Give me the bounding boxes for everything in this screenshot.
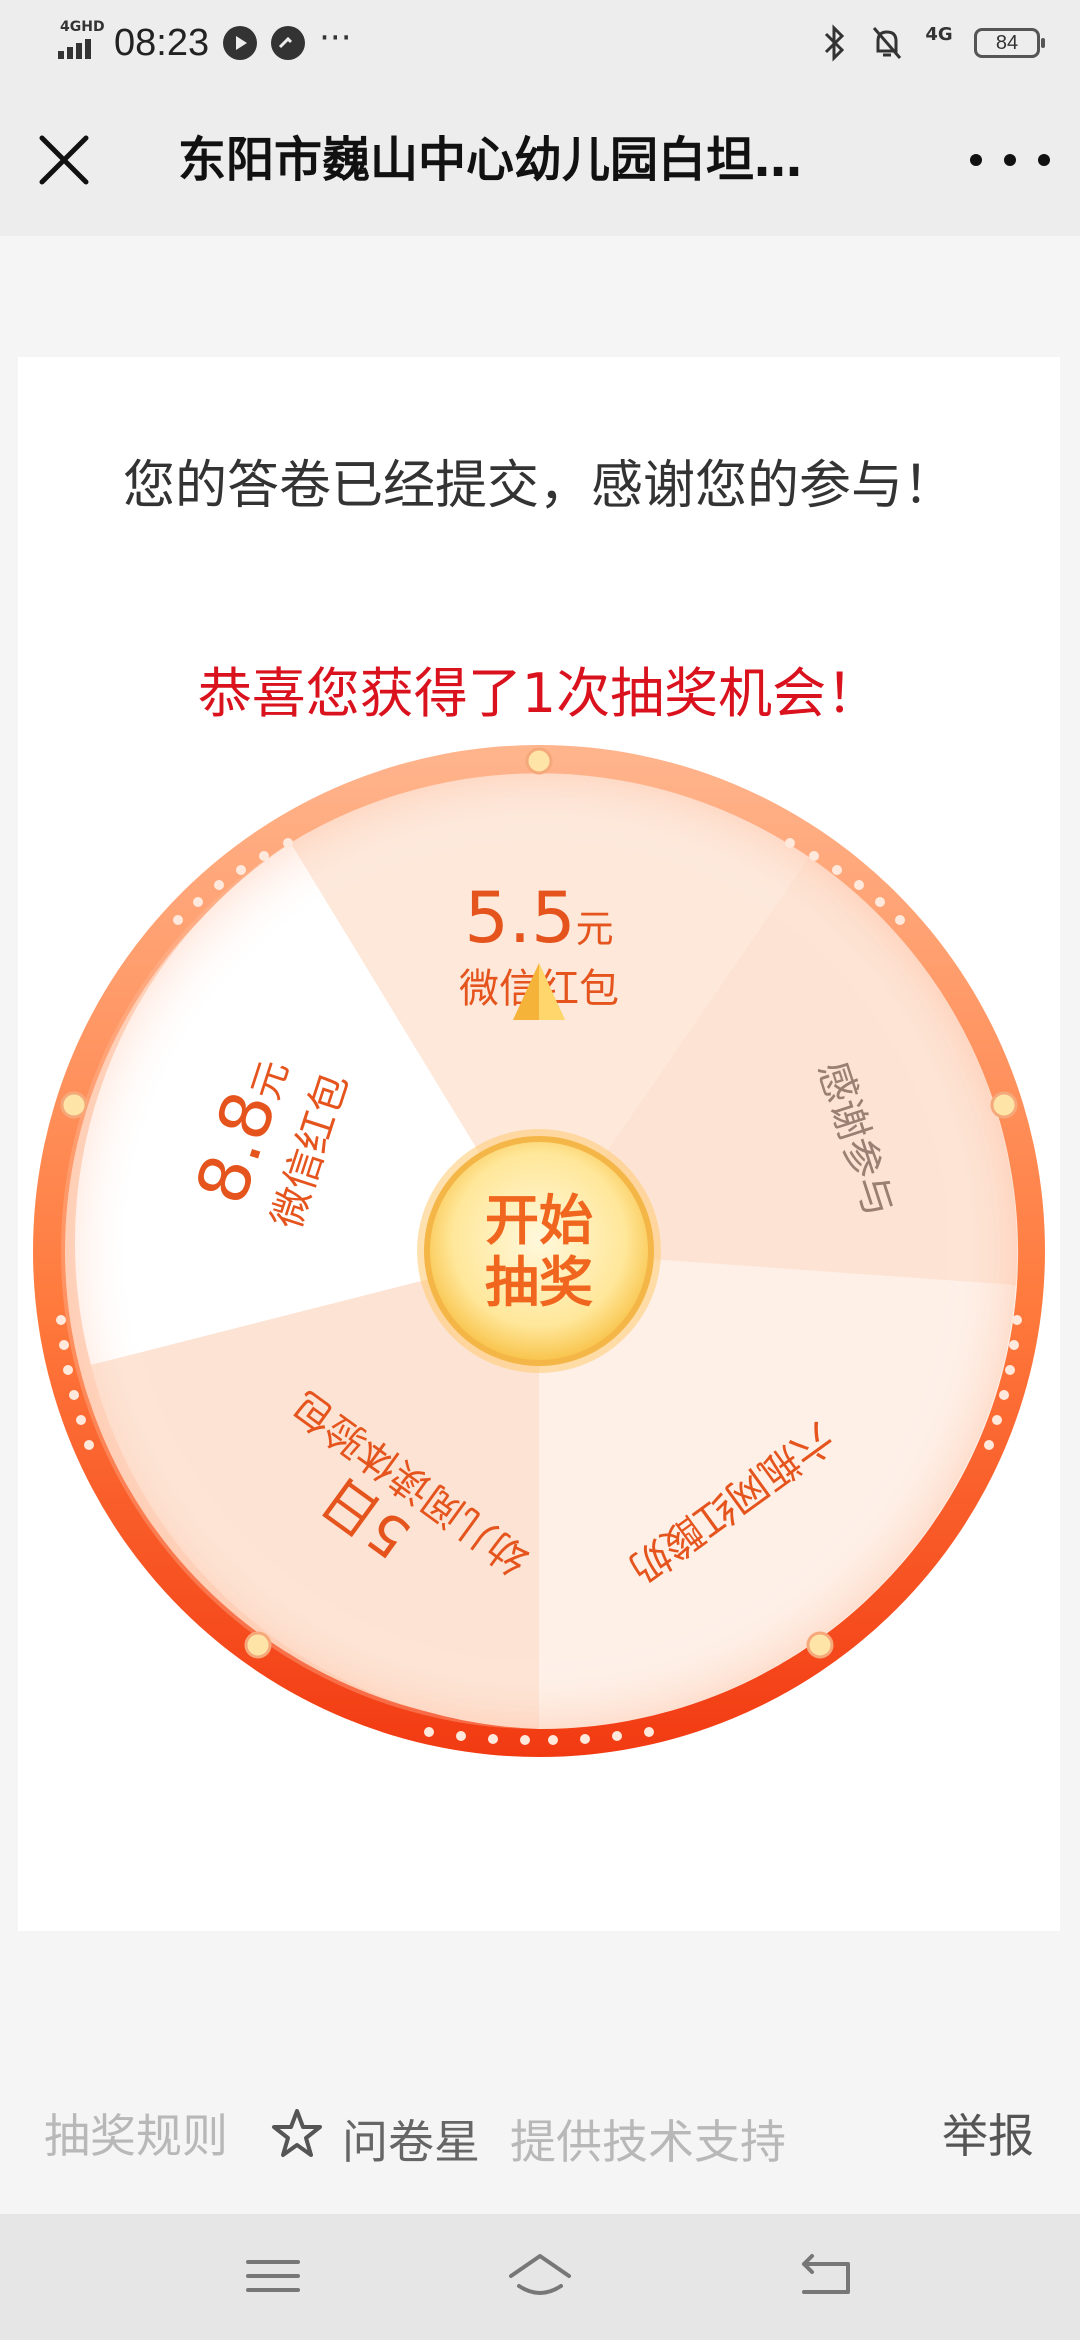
video-app-icon <box>223 26 258 60</box>
system-nav-bar <box>0 2214 1080 2340</box>
brand-name: 问卷星 <box>342 2115 480 2169</box>
signal-icon: 4GHD <box>58 19 106 67</box>
status-bar: 4GHD 08:23 ··· 4G 84 <box>0 0 1080 84</box>
mute-bell-icon <box>870 24 904 62</box>
battery-level: 84 <box>995 31 1019 54</box>
menu-icon <box>246 2260 300 2292</box>
more-notifications-icon: ··· <box>319 18 352 58</box>
back-icon <box>802 2254 850 2294</box>
lottery-rules-link[interactable]: 抽奖规则 <box>44 2100 228 2166</box>
mobile-data-icon: 4G <box>925 24 953 45</box>
start-label-line2: 抽奖 <box>485 1251 593 1314</box>
result-card: 您的答卷已经提交，感谢您的参与！ 恭喜您获得了1次抽奖机会！ 5.5元 感谢参与… <box>18 357 1060 1931</box>
gauge-app-icon <box>271 26 306 60</box>
start-label-line1: 开始 <box>485 1189 593 1252</box>
close-button[interactable] <box>28 124 100 196</box>
prize-wheel[interactable]: 5.5元 微信红包 感谢参与 六瓶网红酸奶 5日 幼儿阅读体验包 8.8元 微信… <box>33 745 1045 1757</box>
close-icon <box>39 135 89 185</box>
menu-button[interactable] <box>238 2244 308 2308</box>
star-icon <box>270 2106 324 2160</box>
footer: 抽奖规则 问卷星 提供技术支持 举报 <box>0 2060 1080 2190</box>
status-time: 08:23 <box>114 21 210 64</box>
report-link[interactable]: 举报 <box>942 2100 1034 2166</box>
congrats-message: 恭喜您获得了1次抽奖机会！ <box>197 662 881 725</box>
bluetooth-icon <box>818 24 852 62</box>
more-options-button[interactable] <box>970 128 1050 192</box>
battery-icon: 84 <box>974 28 1045 58</box>
page-title: 东阳市巍山中心幼儿园白坦… <box>178 132 803 188</box>
title-bar: 东阳市巍山中心幼儿园白坦… <box>0 84 1080 236</box>
home-icon <box>509 2254 571 2295</box>
thanks-message: 您的答卷已经提交，感谢您的参与！ <box>122 456 955 516</box>
network-label: 4GHD <box>60 19 105 35</box>
home-button[interactable] <box>505 2244 575 2308</box>
tech-support-text: 提供技术支持 <box>510 2115 786 2169</box>
back-button[interactable] <box>790 2244 860 2308</box>
